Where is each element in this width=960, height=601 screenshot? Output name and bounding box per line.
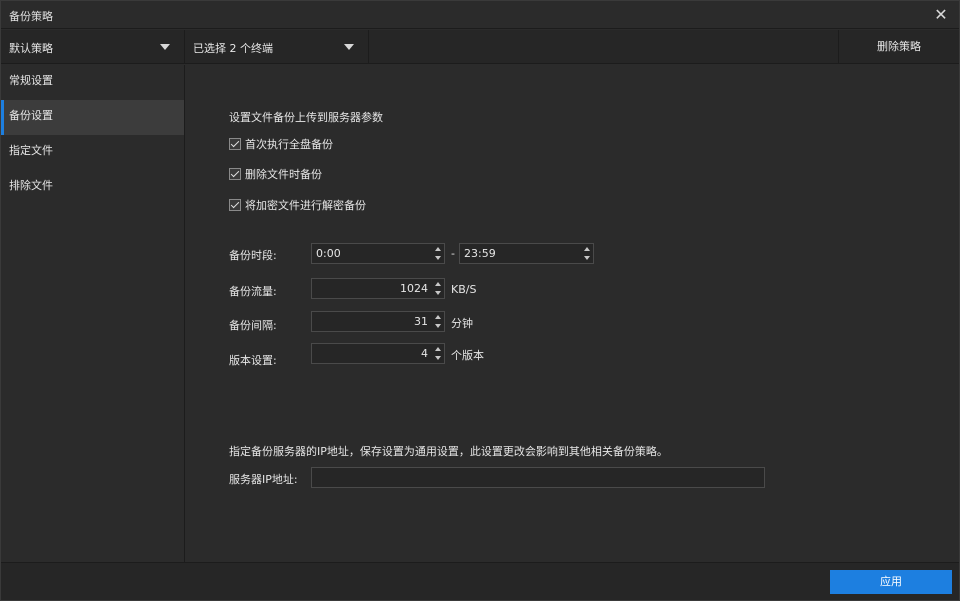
sidebar-item-exclude-files[interactable]: 排除文件 [1, 170, 184, 205]
spin-up-icon[interactable] [435, 315, 441, 319]
traffic-input[interactable]: 1024 [311, 278, 445, 299]
server-ip-label: 服务器IP地址: [229, 473, 298, 486]
interval-value: 31 [414, 315, 428, 328]
policy-dropdown-value: 默认策略 [9, 42, 53, 55]
versions-label: 版本设置: [229, 354, 277, 367]
versions-value: 4 [421, 347, 428, 360]
traffic-unit: KB/S [451, 283, 477, 296]
period-separator: - [451, 247, 455, 260]
traffic-label: 备份流量: [229, 285, 277, 298]
toolbar: 默认策略 已选择 2 个终端 删除策略 [1, 30, 959, 64]
server-ip-input[interactable] [311, 467, 765, 488]
spin-down-icon[interactable] [584, 256, 590, 260]
spin-up-icon[interactable] [584, 247, 590, 251]
settings-panel: 设置文件备份上传到服务器参数 首次执行全盘备份 删除文件时备份 将加密文件进行解… [186, 65, 959, 562]
spin-down-icon[interactable] [435, 256, 441, 260]
delete-policy-button[interactable]: 删除策略 [838, 30, 959, 64]
terminal-dropdown-value: 已选择 2 个终端 [193, 42, 273, 55]
section-title: 设置文件备份上传到服务器参数 [229, 111, 383, 124]
versions-unit: 个版本 [451, 349, 484, 362]
apply-button[interactable]: 应用 [830, 570, 952, 594]
policy-dropdown[interactable]: 默认策略 [1, 30, 185, 64]
window-title: 备份策略 [9, 10, 53, 23]
spin-up-icon[interactable] [435, 282, 441, 286]
sidebar-item-include-files[interactable]: 指定文件 [1, 135, 184, 170]
decrypt-backup-label: 将加密文件进行解密备份 [245, 199, 366, 212]
period-end-value: 23:59 [464, 247, 496, 260]
spin-up-icon[interactable] [435, 247, 441, 251]
interval-label: 备份间隔: [229, 319, 277, 332]
sidebar: 常规设置 备份设置 指定文件 排除文件 [1, 65, 185, 562]
spin-down-icon[interactable] [435, 291, 441, 295]
sidebar-item-backup[interactable]: 备份设置 [1, 100, 184, 135]
period-label: 备份时段: [229, 249, 277, 262]
versions-input[interactable]: 4 [311, 343, 445, 364]
check-icon [229, 199, 241, 211]
interval-input[interactable]: 31 [311, 311, 445, 332]
period-end-input[interactable]: 23:59 [459, 243, 594, 264]
spin-down-icon[interactable] [435, 356, 441, 360]
backup-policy-window: 备份策略 ✕ 默认策略 已选择 2 个终端 删除策略 常规设置 备份设置 指定文… [0, 0, 960, 601]
ip-note: 指定备份服务器的IP地址，保存设置为通用设置，此设置更改会影响到其他相关备份策略… [229, 445, 668, 458]
backup-on-delete-label: 删除文件时备份 [245, 168, 322, 181]
spin-up-icon[interactable] [435, 347, 441, 351]
chevron-down-icon [160, 44, 170, 50]
full-backup-label: 首次执行全盘备份 [245, 138, 333, 151]
interval-unit: 分钟 [451, 317, 473, 330]
traffic-value: 1024 [400, 282, 428, 295]
period-start-input[interactable]: 0:00 [311, 243, 445, 264]
sidebar-item-general[interactable]: 常规设置 [1, 65, 184, 100]
terminal-dropdown[interactable]: 已选择 2 个终端 [185, 30, 369, 64]
footer: 应用 [1, 562, 959, 600]
close-icon[interactable]: ✕ [929, 3, 953, 27]
spin-down-icon[interactable] [435, 324, 441, 328]
decrypt-backup-checkbox[interactable]: 将加密文件进行解密备份 [229, 198, 366, 212]
check-icon [229, 168, 241, 180]
title-bar: 备份策略 ✕ [1, 1, 959, 29]
full-backup-checkbox[interactable]: 首次执行全盘备份 [229, 137, 333, 151]
backup-on-delete-checkbox[interactable]: 删除文件时备份 [229, 167, 322, 181]
check-icon [229, 138, 241, 150]
chevron-down-icon [344, 44, 354, 50]
period-start-value: 0:00 [316, 247, 341, 260]
